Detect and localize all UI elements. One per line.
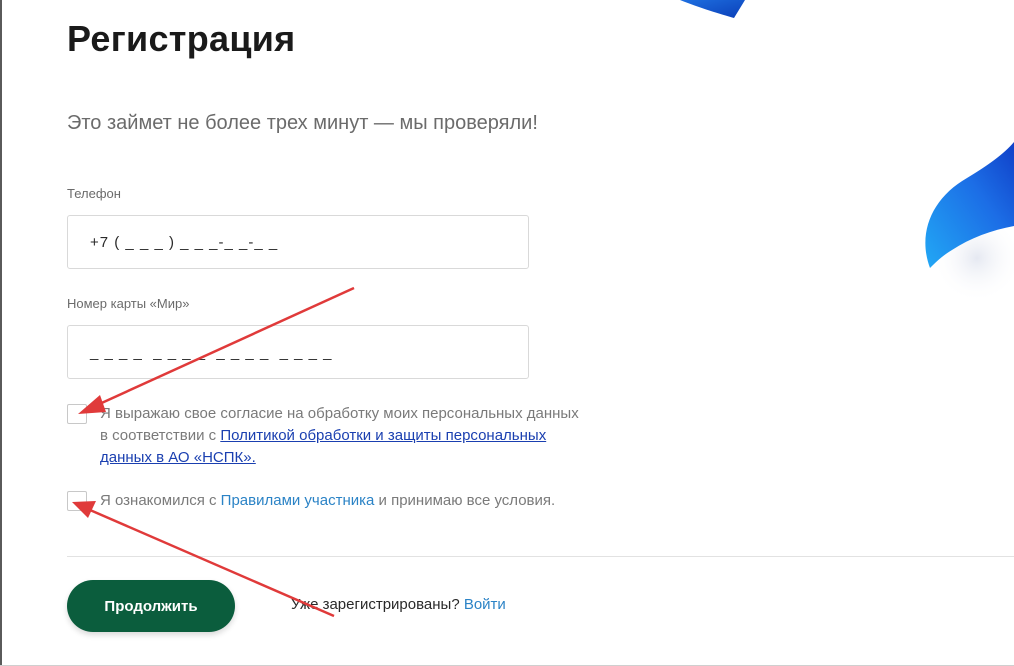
annotation-arrow-icon xyxy=(72,501,335,618)
registration-page: Регистрация Это займет не более трех мин… xyxy=(0,0,1014,666)
annotation-arrow-icon xyxy=(78,286,355,414)
annotation-arrows xyxy=(72,286,355,618)
